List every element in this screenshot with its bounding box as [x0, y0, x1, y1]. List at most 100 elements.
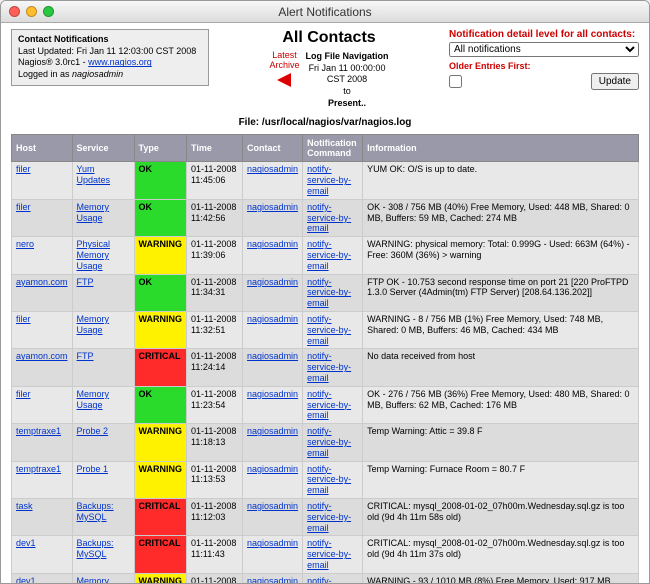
table-row: dev1Memory UsageWARNING01-11-2008 11:10:…: [12, 573, 639, 583]
status-cell: CRITICAL: [134, 536, 187, 573]
service-link[interactable]: Memory Usage: [77, 389, 110, 410]
nagios-link[interactable]: www.nagios.org: [88, 57, 152, 67]
command-link[interactable]: notify-service-by-email: [307, 426, 351, 458]
service-link[interactable]: Memory Usage: [77, 314, 110, 335]
status-cell: OK: [134, 199, 187, 236]
host-link[interactable]: temptraxe1: [16, 464, 61, 474]
status-cell: OK: [134, 274, 187, 311]
contact-link[interactable]: nagiosadmin: [247, 576, 298, 583]
header-row: Contact Notifications Last Updated: Fri …: [11, 29, 639, 109]
detail-level-select[interactable]: All notifications: [449, 42, 639, 57]
command-link[interactable]: notify-service-by-email: [307, 464, 351, 496]
nav-present: Present..: [328, 98, 366, 108]
service-link[interactable]: Memory Usage: [77, 576, 110, 583]
col-type[interactable]: Type: [134, 135, 187, 162]
command-link[interactable]: notify-service-by-email: [307, 277, 351, 309]
nav-range1: Fri Jan 11 00:00:00: [309, 63, 386, 73]
command-link[interactable]: notify-service-by-email: [307, 389, 351, 421]
host-link[interactable]: filer: [16, 202, 31, 212]
host-link[interactable]: dev1: [16, 538, 36, 548]
host-link[interactable]: filer: [16, 389, 31, 399]
update-button[interactable]: Update: [591, 73, 639, 90]
window-title: Alert Notifications: [1, 5, 649, 19]
contact-info-box: Contact Notifications Last Updated: Fri …: [11, 29, 209, 86]
last-updated: Last Updated: Fri Jan 11 12:03:00 CST 20…: [18, 46, 196, 56]
status-cell: CRITICAL: [134, 498, 187, 535]
status-cell: OK: [134, 162, 187, 199]
contact-link[interactable]: nagiosadmin: [247, 538, 298, 548]
time-cell: 01-11-2008 11:18:13: [187, 424, 243, 461]
col-service[interactable]: Service: [72, 135, 134, 162]
status-cell: WARNING: [134, 573, 187, 583]
command-link[interactable]: notify-service-by-email: [307, 314, 351, 346]
host-link[interactable]: ayamon.com: [16, 351, 68, 361]
service-link[interactable]: Yum Updates: [77, 164, 111, 185]
infobox-heading: Contact Notifications: [18, 34, 109, 44]
service-link[interactable]: FTP: [77, 351, 94, 361]
center-block: All Contacts Latest Archive Log File Nav…: [217, 29, 441, 109]
service-link[interactable]: Backups: MySQL: [77, 538, 114, 559]
contact-link[interactable]: nagiosadmin: [247, 202, 298, 212]
host-link[interactable]: dev1: [16, 576, 36, 583]
info-cell: WARNING: physical memory: Total: 0.999G …: [363, 237, 639, 274]
col-command[interactable]: Notification Command: [303, 135, 363, 162]
info-cell: WARNING - 93 / 1010 MB (8%) Free Memory,…: [363, 573, 639, 583]
contact-link[interactable]: nagiosadmin: [247, 389, 298, 399]
host-link[interactable]: nero: [16, 239, 34, 249]
col-information[interactable]: Information: [363, 135, 639, 162]
info-cell: YUM OK: O/S is up to date.: [363, 162, 639, 199]
host-link[interactable]: filer: [16, 164, 31, 174]
contact-link[interactable]: nagiosadmin: [247, 277, 298, 287]
host-link[interactable]: ayamon.com: [16, 277, 68, 287]
col-host[interactable]: Host: [12, 135, 73, 162]
archive-nav[interactable]: Latest Archive: [269, 51, 299, 87]
host-link[interactable]: task: [16, 501, 33, 511]
service-link[interactable]: Memory Usage: [77, 202, 110, 223]
file-prefix: File:: [239, 117, 262, 128]
status-cell: OK: [134, 386, 187, 423]
info-cell: CRITICAL: mysql_2008-01-02_07h00m.Wednes…: [363, 536, 639, 573]
time-cell: 01-11-2008 11:39:06: [187, 237, 243, 274]
service-link[interactable]: FTP: [77, 277, 94, 287]
table-row: filerMemory UsageWARNING01-11-2008 11:32…: [12, 312, 639, 349]
host-link[interactable]: temptraxe1: [16, 426, 61, 436]
contact-link[interactable]: nagiosadmin: [247, 426, 298, 436]
time-cell: 01-11-2008 11:13:53: [187, 461, 243, 498]
status-cell: WARNING: [134, 424, 187, 461]
command-link[interactable]: notify-service-by-email: [307, 501, 351, 533]
info-cell: OK - 276 / 756 MB (36%) Free Memory, Use…: [363, 386, 639, 423]
host-link[interactable]: filer: [16, 314, 31, 324]
contact-link[interactable]: nagiosadmin: [247, 314, 298, 324]
table-body: filerYum UpdatesOK01-11-2008 11:45:06nag…: [12, 162, 639, 583]
contact-link[interactable]: nagiosadmin: [247, 501, 298, 511]
contact-link[interactable]: nagiosadmin: [247, 351, 298, 361]
older-entries-checkbox[interactable]: [449, 75, 462, 88]
log-nav: Latest Archive Log File Navigation Fri J…: [217, 51, 441, 109]
time-cell: 01-11-2008 11:42:56: [187, 199, 243, 236]
command-link[interactable]: notify-service-by-email: [307, 538, 351, 570]
command-link[interactable]: notify-service-by-email: [307, 351, 351, 383]
command-link[interactable]: notify-service-by-email: [307, 239, 351, 271]
info-cell: CRITICAL: mysql_2008-01-02_07h00m.Wednes…: [363, 498, 639, 535]
command-link[interactable]: notify-service-by-email: [307, 164, 351, 196]
contact-link[interactable]: nagiosadmin: [247, 239, 298, 249]
info-cell: No data received from host: [363, 349, 639, 386]
col-contact[interactable]: Contact: [243, 135, 303, 162]
command-link[interactable]: notify-service-by-email: [307, 576, 351, 583]
time-cell: 01-11-2008 11:24:14: [187, 349, 243, 386]
nav-label: Log File Navigation: [306, 51, 389, 61]
login-user: nagiosadmin: [72, 69, 123, 79]
table-row: dev1Backups: MySQLCRITICAL01-11-2008 11:…: [12, 536, 639, 573]
contact-link[interactable]: nagiosadmin: [247, 464, 298, 474]
command-link[interactable]: notify-service-by-email: [307, 202, 351, 234]
nav-to: to: [343, 86, 351, 96]
contact-link[interactable]: nagiosadmin: [247, 164, 298, 174]
table-header-row[interactable]: Host Service Type Time Contact Notificat…: [12, 135, 639, 162]
service-link[interactable]: Backups: MySQL: [77, 501, 114, 522]
table-row: filer Memory Usage OK01-11-2008 11:42:56 na…: [12, 199, 639, 236]
service-link[interactable]: Physical Memory Usage: [77, 239, 111, 271]
service-link[interactable]: Probe 1: [77, 464, 109, 474]
arrow-left-icon: [277, 73, 291, 87]
service-link[interactable]: Probe 2: [77, 426, 109, 436]
col-time[interactable]: Time: [187, 135, 243, 162]
